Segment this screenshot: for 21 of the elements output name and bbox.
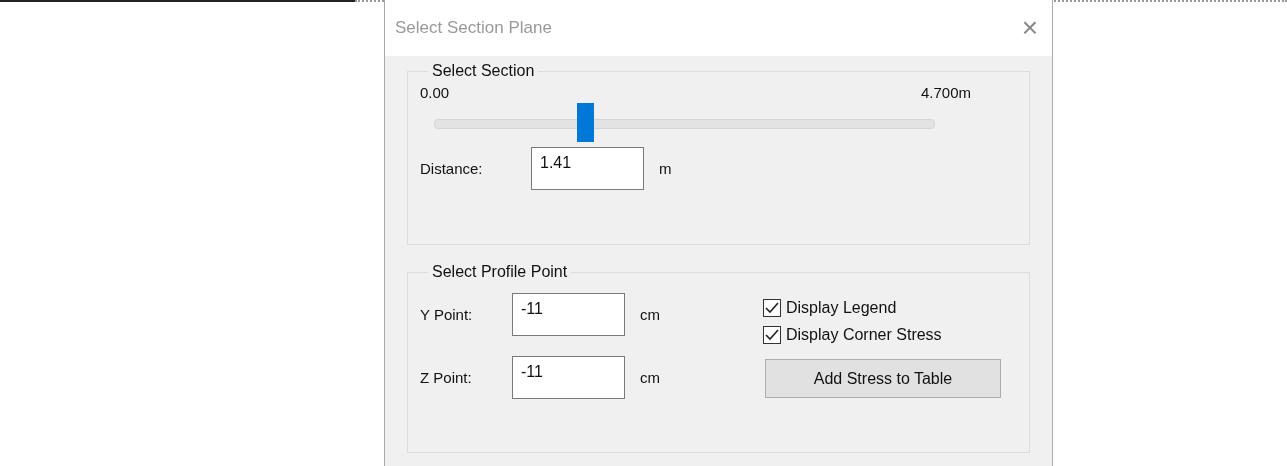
checkbox[interactable]	[763, 299, 781, 317]
group-label: Select Profile Point	[431, 263, 569, 281]
slider-thumb[interactable]	[576, 103, 594, 142]
field-label: Z Point:	[420, 369, 473, 386]
checkbox-label: Display Legend	[786, 299, 897, 317]
min-label: 0.00	[420, 84, 450, 101]
unit-label: m	[659, 160, 672, 177]
max-label: 4.700m	[920, 84, 971, 101]
point-field[interactable]: -11	[512, 356, 625, 399]
window-title: Select Section Plane	[395, 18, 552, 38]
field-label: Y Point:	[420, 306, 474, 323]
checkbox[interactable]	[763, 326, 781, 344]
group-label: Select Section	[431, 62, 536, 80]
unit-label: cm	[640, 369, 660, 386]
unit-label: cm	[640, 306, 660, 323]
field-label: Distance:	[420, 160, 484, 177]
checkbox-label: Display Corner Stress	[786, 326, 942, 344]
add-stress-button[interactable]: Add Stress to Table	[765, 359, 1001, 398]
close-button[interactable]: ×	[1021, 14, 1038, 42]
point-field[interactable]: -11	[512, 293, 625, 336]
distance-field[interactable]: 1.41	[531, 147, 644, 190]
